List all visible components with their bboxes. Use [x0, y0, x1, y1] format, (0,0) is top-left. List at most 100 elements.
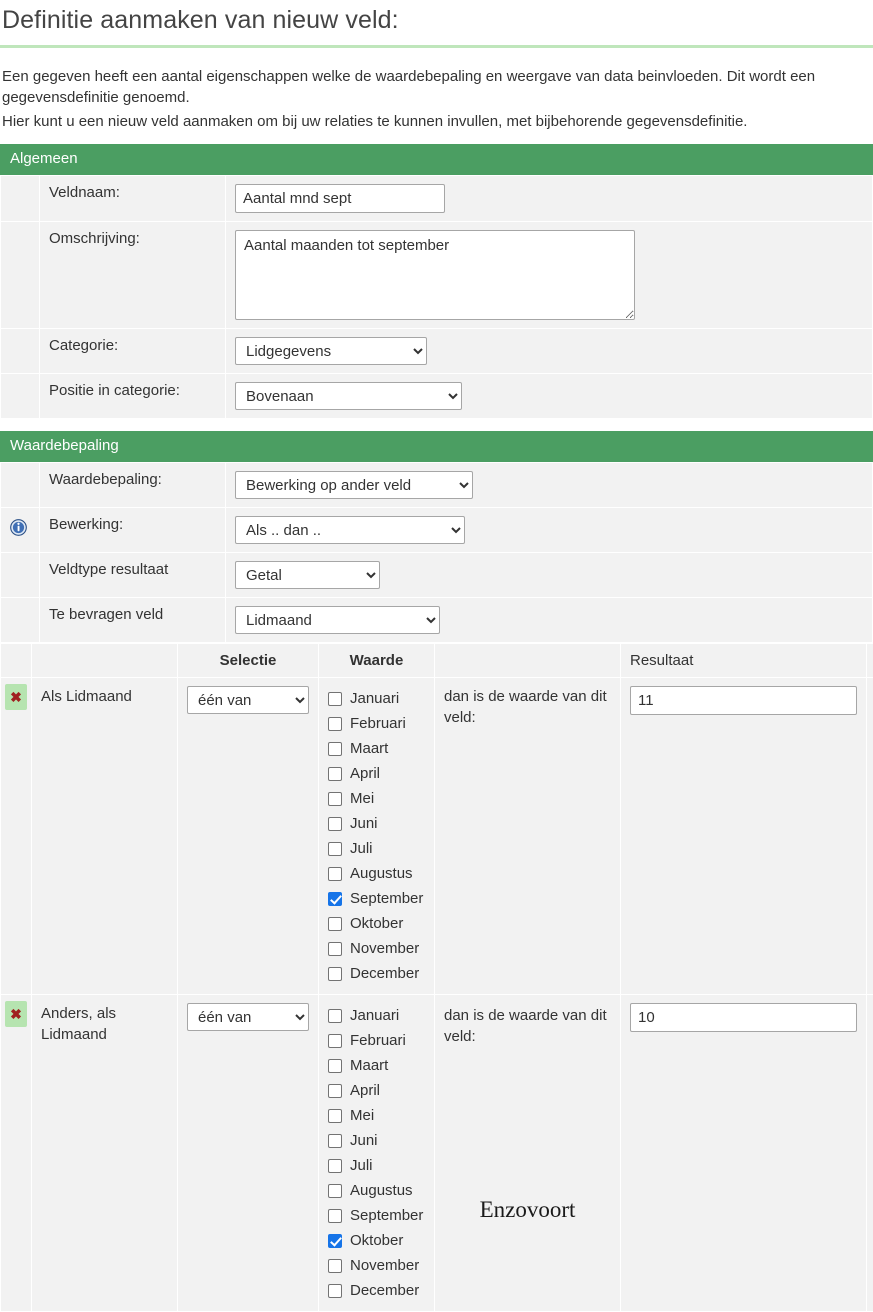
list-item[interactable]: Februari: [328, 711, 425, 736]
month-label: Juni: [350, 1132, 378, 1149]
month-label: Mei: [350, 790, 375, 807]
cell-bewerking-select: Als .. dan ..: [226, 508, 872, 552]
checkbox-augustus[interactable]: [328, 866, 342, 881]
checkbox-januari[interactable]: [328, 1008, 342, 1023]
cell-spacer: [1, 463, 39, 507]
month-label: Augustus: [350, 1182, 413, 1199]
cell-spacer: [1, 176, 39, 221]
close-icon[interactable]: ✖: [5, 684, 27, 710]
list-item[interactable]: April: [328, 761, 425, 786]
month-label: April: [350, 1082, 381, 1099]
checkbox-oktober[interactable]: [328, 1233, 342, 1248]
waardebepaling-table: Waardebepaling: Bewerking op ander veld: [0, 462, 873, 643]
section-header-waardebepaling: Waardebepaling: [0, 431, 873, 462]
checkbox-december[interactable]: [328, 1283, 342, 1298]
month-label: Oktober: [350, 1232, 404, 1249]
label-positie: Positie in categorie:: [40, 374, 225, 418]
info-icon[interactable]: [10, 519, 27, 536]
checkbox-maart[interactable]: [328, 741, 342, 756]
bewerking-select[interactable]: Als .. dan ..: [235, 516, 465, 544]
checkbox-april[interactable]: [328, 766, 342, 781]
list-item[interactable]: Maart: [328, 736, 425, 761]
list-item[interactable]: Juni: [328, 811, 425, 836]
categorie-select[interactable]: Lidgegevens: [235, 337, 427, 365]
intro-paragraph-1: Een gegeven heeft een aantal eigenschapp…: [2, 68, 816, 106]
list-item[interactable]: April: [328, 1078, 425, 1103]
month-label: Februari: [350, 715, 406, 732]
page-root: Definitie aanmaken van nieuw veld: Een g…: [0, 0, 873, 1312]
checkbox-november[interactable]: [328, 941, 342, 956]
list-item[interactable]: Januari: [328, 686, 425, 711]
month-label: Januari: [350, 690, 400, 707]
veldtype-resultaat-select[interactable]: Getal: [235, 561, 380, 589]
list-item[interactable]: November: [328, 1253, 425, 1278]
checkbox-oktober[interactable]: [328, 916, 342, 931]
list-item[interactable]: December: [328, 1278, 425, 1303]
list-item[interactable]: September: [328, 886, 425, 911]
checkbox-juni[interactable]: [328, 816, 342, 831]
te-bevragen-veld-select[interactable]: Lidmaand: [235, 606, 440, 634]
checkbox-juli[interactable]: [328, 1158, 342, 1173]
checkbox-mei[interactable]: [328, 1108, 342, 1123]
checkbox-maart[interactable]: [328, 1058, 342, 1073]
omschrijving-textarea[interactable]: Aantal maanden tot september: [235, 230, 635, 320]
cell-waarde: Januari Februari Maart April Mei Juni Ju…: [319, 678, 434, 994]
selectie-select-row-1[interactable]: één van: [187, 686, 309, 714]
selectie-select-row-2[interactable]: één van: [187, 1003, 309, 1031]
checkbox-juni[interactable]: [328, 1133, 342, 1148]
list-item[interactable]: Juli: [328, 1153, 425, 1178]
cell-delete: ✖: [1, 995, 31, 1311]
cell-categorie-select: Lidgegevens: [226, 329, 872, 373]
label-veldtype-resultaat: Veldtype resultaat: [40, 553, 225, 597]
row-omschrijving: Omschrijving: Aantal maanden tot septemb…: [1, 222, 872, 328]
list-item[interactable]: Oktober: [328, 1228, 425, 1253]
rules-body: ✖ Als Lidmaand één van Januari Februari …: [1, 678, 873, 1311]
list-item[interactable]: Mei: [328, 786, 425, 811]
resultaat-input-row-1[interactable]: [630, 686, 857, 715]
checkbox-februari[interactable]: [328, 1033, 342, 1048]
month-label: Augustus: [350, 865, 413, 882]
checkbox-juli[interactable]: [328, 841, 342, 856]
cell-spacer: [1, 329, 39, 373]
list-item[interactable]: Augustus: [328, 1178, 425, 1203]
checkbox-augustus[interactable]: [328, 1183, 342, 1198]
checkbox-mei[interactable]: [328, 791, 342, 806]
checkbox-april[interactable]: [328, 1083, 342, 1098]
checkbox-februari[interactable]: [328, 716, 342, 731]
checkbox-november[interactable]: [328, 1258, 342, 1273]
list-item[interactable]: Juli: [328, 836, 425, 861]
label-waardebepaling: Waardebepaling:: [40, 463, 225, 507]
resultaat-input-row-2[interactable]: [630, 1003, 857, 1032]
list-item[interactable]: December: [328, 961, 425, 986]
list-item[interactable]: Maart: [328, 1053, 425, 1078]
cell-spacer: [1, 598, 39, 642]
header-selectie: Selectie: [178, 644, 318, 677]
checkbox-januari[interactable]: [328, 691, 342, 706]
veldnaam-input[interactable]: [235, 184, 445, 213]
close-icon[interactable]: ✖: [5, 1001, 27, 1027]
checkbox-september[interactable]: [328, 1208, 342, 1223]
section-algemeen: Algemeen Veldnaam: Omschrijving: Aanta: [0, 144, 873, 419]
waardebepaling-select[interactable]: Bewerking op ander veld: [235, 471, 473, 499]
month-label: Februari: [350, 1032, 406, 1049]
list-item[interactable]: Februari: [328, 1028, 425, 1053]
list-item[interactable]: Juni: [328, 1128, 425, 1153]
list-item[interactable]: Januari: [328, 1003, 425, 1028]
enzovoort-note: Enzovoort: [479, 1197, 576, 1222]
cell-te-bevragen-select: Lidmaand: [226, 598, 872, 642]
positie-select[interactable]: Bovenaan: [235, 382, 462, 410]
list-item[interactable]: Mei: [328, 1103, 425, 1128]
cell-spacer: [1, 553, 39, 597]
checkbox-december[interactable]: [328, 966, 342, 981]
table-row: ✖ Als Lidmaand één van Januari Februari …: [1, 678, 873, 994]
list-item[interactable]: November: [328, 936, 425, 961]
row-veldnaam: Veldnaam:: [1, 176, 872, 221]
section-header-algemeen: Algemeen: [0, 144, 873, 175]
row-bewerking: Bewerking: Als .. dan ..: [1, 508, 872, 552]
cell-waarde: Januari Februari Maart April Mei Juni Ju…: [319, 995, 434, 1311]
list-item[interactable]: Augustus: [328, 861, 425, 886]
page-title: Definitie aanmaken van nieuw veld:: [2, 6, 399, 34]
list-item[interactable]: Oktober: [328, 911, 425, 936]
list-item[interactable]: September: [328, 1203, 425, 1228]
checkbox-september[interactable]: [328, 891, 342, 906]
